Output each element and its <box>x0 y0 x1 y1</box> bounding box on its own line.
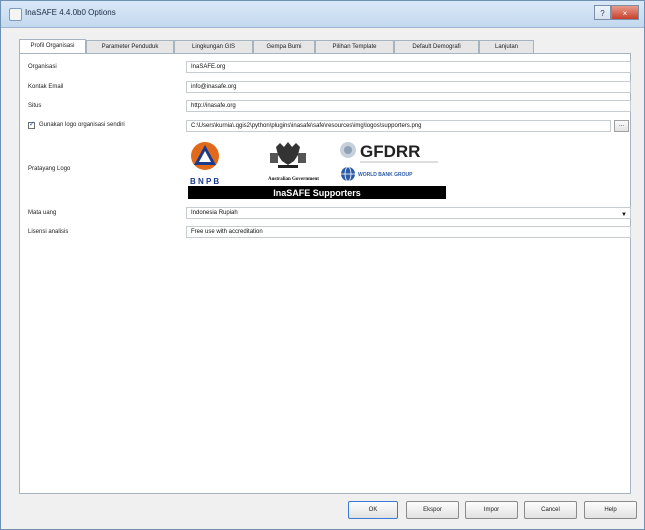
currency-label: Mata uang <box>28 210 57 216</box>
app-icon <box>9 8 22 21</box>
tab-pilihan-template[interactable]: Pilihan Template <box>315 40 394 53</box>
australian-government-logo: Australian Government <box>268 142 319 182</box>
browse-button[interactable]: ... <box>614 120 629 132</box>
email-input[interactable]: info@inasafe.org <box>186 81 631 93</box>
tab-parameter-penduduk[interactable]: Parameter Penduduk <box>86 40 174 53</box>
close-button[interactable]: × <box>611 5 639 20</box>
dropdown-arrow-icon: ▼ <box>621 212 627 218</box>
options-dialog: InaSAFE 4.4.0b0 Options ? × Profil Organ… <box>0 0 645 530</box>
supporters-logo: B N P B Australian Government GFDRR WORL… <box>188 142 446 199</box>
tab-default-demografi[interactable]: Default Demografi <box>394 40 479 53</box>
logo-preview: B N P B Australian Government GFDRR WORL… <box>188 139 446 199</box>
logo-path-input[interactable]: C:\Users\kurnia\.qgis2\python\plugins\in… <box>186 120 611 132</box>
tab-lingkungan-gis[interactable]: Lingkungan GIS <box>174 40 253 53</box>
tab-bar: Profil Organisasi Parameter Penduduk Lin… <box>19 39 619 54</box>
logo-preview-label: Pratayang Logo <box>28 166 71 172</box>
export-button[interactable]: Ekspor <box>406 501 459 519</box>
check-icon: ✓ <box>29 121 35 128</box>
custom-logo-label: Gunakan logo organisasi sendiri <box>39 122 125 128</box>
custom-logo-checkbox[interactable]: ✓ <box>28 121 35 129</box>
email-label: Kontak Email <box>28 84 64 90</box>
site-input[interactable]: http://inasafe.org <box>186 100 631 112</box>
site-label: Situs <box>28 103 42 109</box>
bnpb-text: B N P B <box>190 177 219 186</box>
license-input[interactable]: Free use with accreditation <box>186 226 631 238</box>
tab-profil-organisasi[interactable]: Profil Organisasi <box>19 39 86 54</box>
ok-button[interactable]: OK <box>348 501 398 519</box>
gfdrr-logo: GFDRR <box>340 142 438 163</box>
title-bar: InaSAFE 4.4.0b0 Options ? × <box>1 1 644 28</box>
help-button[interactable]: Help <box>584 501 637 519</box>
help-title-button[interactable]: ? <box>594 5 611 20</box>
supporters-text: InaSAFE Supporters <box>273 188 361 198</box>
currency-select[interactable]: Indonesia Rupiah ▼ <box>186 207 631 219</box>
cancel-button[interactable]: Cancel <box>524 501 577 519</box>
worldbank-text: WORLD BANK GROUP <box>358 172 413 178</box>
bnpb-logo: B N P B <box>190 142 219 186</box>
tab-gempa-bumi[interactable]: Gempa Bumi <box>253 40 315 53</box>
currency-value: Indonesia Rupiah <box>191 210 238 216</box>
dialog-buttons: OK Ekspor Impor Cancel Help <box>1 501 644 523</box>
world-bank-logo: WORLD BANK GROUP <box>341 166 413 182</box>
tab-lanjutan[interactable]: Lanjutan <box>479 40 534 53</box>
import-button[interactable]: Impor <box>465 501 518 519</box>
organisation-input[interactable]: InaSAFE.org <box>186 61 631 73</box>
license-label: Lisensi analisis <box>28 229 69 235</box>
gfdrr-text: GFDRR <box>360 142 420 161</box>
organisation-label: Organisasi <box>28 64 57 70</box>
window-title: InaSAFE 4.4.0b0 Options <box>25 8 116 17</box>
australia-text: Australian Government <box>268 177 319 182</box>
